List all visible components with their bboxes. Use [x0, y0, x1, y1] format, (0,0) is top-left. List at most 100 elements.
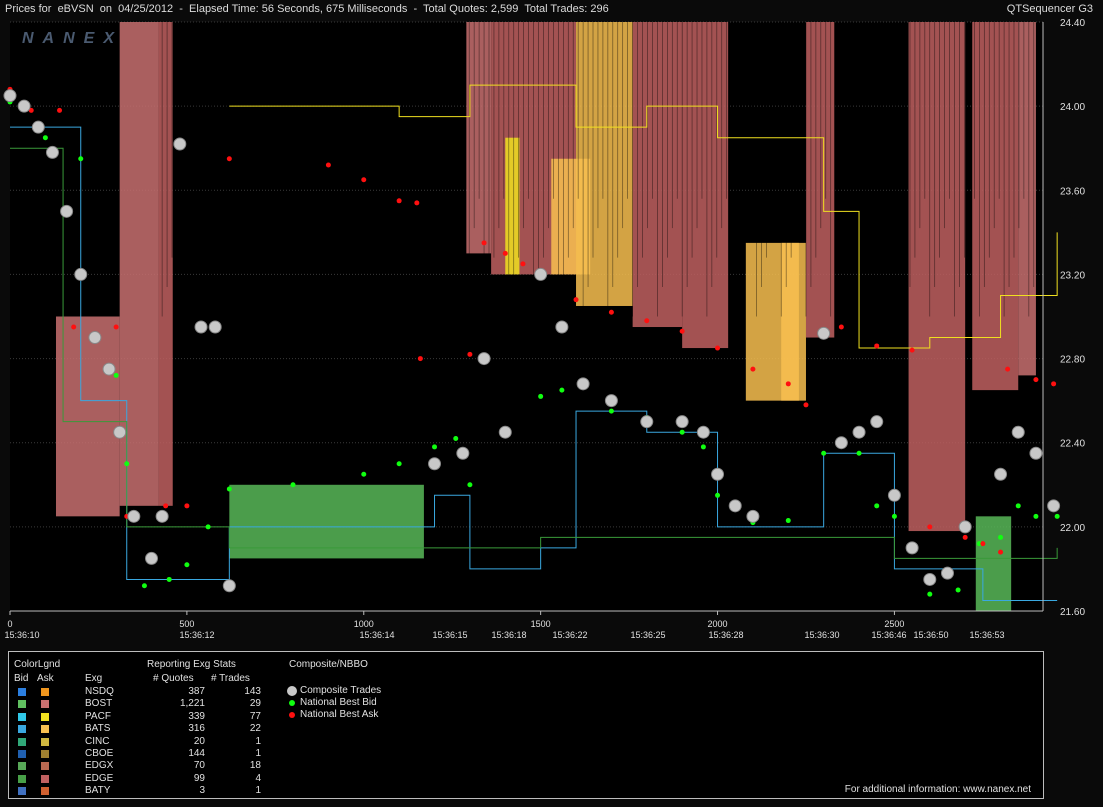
composite-trade-point: [923, 572, 937, 586]
ask-quote-range: [551, 158, 591, 275]
exg-column-header: Exg: [85, 673, 103, 684]
composite-label: National Best Ask: [300, 709, 379, 720]
composite-marker: [289, 712, 295, 718]
national-best-ask-point: [715, 345, 721, 351]
national-best-bid-point: [124, 461, 130, 467]
composite-title: Composite/NBBO: [289, 659, 368, 670]
national-best-ask-point: [396, 198, 402, 204]
national-best-ask-point: [1033, 377, 1039, 383]
national-best-bid-point: [1033, 513, 1039, 519]
national-best-bid-point: [184, 562, 190, 568]
ask-swatch: [41, 762, 49, 771]
composite-trade-point: [958, 520, 972, 534]
composite-label: National Best Bid: [300, 697, 377, 708]
x-time-label: 15:36:25: [630, 630, 665, 640]
exchange-trades: 4: [255, 772, 261, 784]
x-tick-label: 2000: [708, 619, 728, 629]
national-best-bid-point: [715, 492, 721, 498]
x-tick-label: 0: [7, 619, 12, 629]
national-best-bid-point: [432, 444, 438, 450]
color-legend-title: ColorLgnd: [14, 659, 61, 670]
ask-quote-range: [908, 22, 966, 532]
national-best-ask-point: [998, 549, 1004, 555]
exchange-row-bats: BATS 316 22: [9, 723, 279, 735]
national-best-ask-point: [927, 524, 933, 530]
national-best-bid-point: [874, 503, 880, 509]
composite-trade-point: [31, 120, 45, 134]
exchange-quotes: 144: [188, 748, 205, 759]
y-tick-label: 23.60: [1060, 186, 1085, 197]
composite-trade-point: [88, 331, 102, 345]
national-best-ask-point: [1005, 366, 1011, 372]
composite-trade-point: [870, 415, 884, 429]
x-time-label: 15:36:53: [969, 630, 1004, 640]
exchange-trades: 143: [244, 686, 261, 697]
national-best-ask-point: [414, 200, 420, 206]
x-tick-label: 500: [179, 619, 194, 629]
composite-trade-point: [1029, 446, 1043, 460]
x-time-label: 15:36:22: [552, 630, 587, 640]
exchange-trades: 29: [249, 698, 261, 710]
national-best-ask-point: [750, 366, 756, 372]
composite-label: Composite Trades: [300, 685, 382, 696]
exchange-name: CBOE: [85, 748, 114, 759]
exchange-row-bost: BOST 1,221 29: [9, 698, 279, 710]
bid-swatch: [18, 700, 26, 709]
ask-quote-range: [682, 22, 729, 349]
exchange-quotes: 387: [188, 686, 205, 697]
ask-quote-range: [805, 22, 835, 338]
exchange-name: NSDQ: [85, 686, 114, 697]
bid-swatch: [18, 712, 26, 721]
composite-trade-point: [17, 99, 31, 113]
composite-trade-point: [576, 377, 590, 391]
exchange-row-edge: EDGE 99 4: [9, 773, 279, 785]
exchange-trades: 1: [255, 735, 261, 747]
x-tick-label: 1000: [354, 619, 374, 629]
bid-quote-range: [229, 484, 424, 559]
composite-trade-point: [102, 362, 116, 376]
x-time-label: 15:36:28: [708, 630, 743, 640]
ask-quote-range: [55, 316, 120, 517]
composite-trade-point: [746, 509, 760, 523]
national-best-ask-point: [1051, 381, 1057, 387]
national-best-bid-point: [927, 591, 933, 597]
ask-swatch: [41, 712, 49, 721]
exchange-quotes: 20: [193, 735, 205, 747]
exchange-row-edgx: EDGX 70 18: [9, 760, 279, 772]
national-best-bid-point: [998, 534, 1004, 540]
exchange-quotes: 3: [199, 785, 205, 797]
national-best-bid-point: [891, 513, 897, 519]
composite-trade-point: [498, 425, 512, 439]
x-time-label: 15:36:46: [871, 630, 906, 640]
national-best-bid-point: [205, 524, 211, 530]
exchange-quotes: 99: [193, 772, 205, 784]
composite-trade-point: [940, 566, 954, 580]
composite-marker: [289, 700, 295, 706]
exchange-row-baty: BATY 3 1: [9, 785, 279, 797]
national-best-bid-point: [113, 372, 119, 378]
y-tick-label: 24.00: [1060, 102, 1085, 113]
stats-title: Reporting Exg Stats: [147, 659, 236, 670]
composite-trade-point: [3, 89, 17, 103]
composite-trade-point: [113, 425, 127, 439]
x-time-label: 15:36:12: [179, 630, 214, 640]
national-best-ask-point: [520, 261, 526, 267]
exchange-quotes: 1,221: [179, 698, 205, 710]
composite-trade-point: [604, 394, 618, 408]
national-best-ask-point: [838, 324, 844, 330]
composite-trade-point: [994, 467, 1008, 481]
composite-trade-point: [194, 320, 208, 334]
quotes-column-header: # Quotes: [153, 673, 194, 684]
exchange-trades: 1: [255, 748, 261, 759]
y-tick-label: 21.60: [1060, 607, 1085, 618]
composite-trade-point: [222, 579, 236, 593]
national-best-bid-point: [78, 156, 84, 162]
composite-trade-point: [817, 326, 831, 340]
national-best-ask-point: [644, 318, 650, 324]
ask-swatch: [41, 787, 49, 796]
national-best-ask-point: [113, 324, 119, 330]
national-best-bid-point: [700, 444, 706, 450]
national-best-bid-point: [396, 461, 402, 467]
national-best-ask-point: [71, 324, 77, 330]
exchange-trades: 18: [249, 760, 261, 772]
